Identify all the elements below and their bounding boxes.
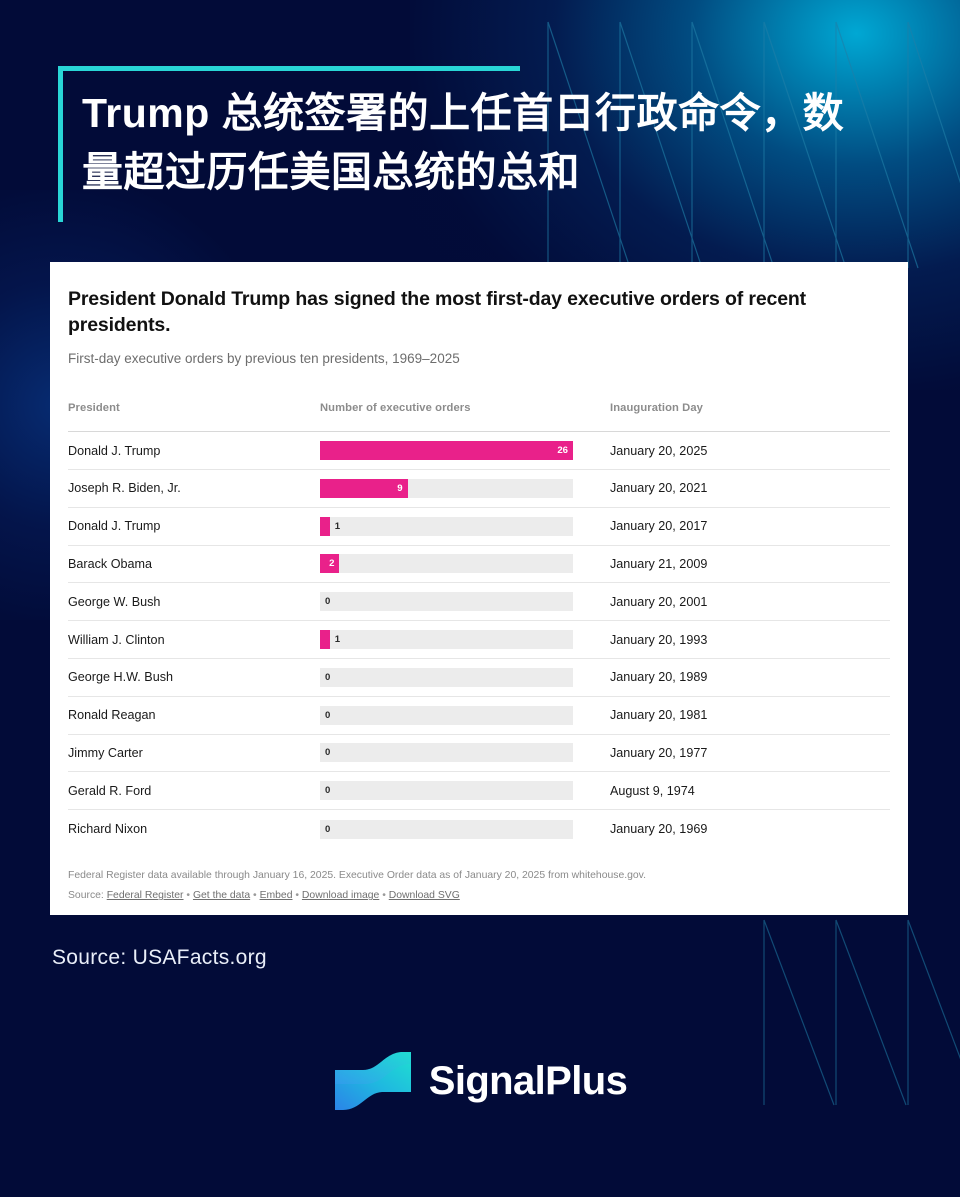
link-separator: • xyxy=(183,890,193,902)
bar-value-label: 0 xyxy=(325,709,331,721)
bar-value-label: 2 xyxy=(329,558,335,570)
bar-value-label: 1 xyxy=(334,634,341,646)
cell-president: Jimmy Carter xyxy=(68,745,143,760)
cell-inauguration-day: January 20, 1993 xyxy=(610,632,708,647)
cell-president: Gerald R. Ford xyxy=(68,783,152,798)
cell-orders-bar: 0 xyxy=(320,819,610,839)
chart-card: President Donald Trump has signed the mo… xyxy=(50,262,908,915)
table-body: Donald J. Trump 26 January 20, 2025 Joseph … xyxy=(68,432,890,848)
cell-inauguration-day: January 21, 2009 xyxy=(610,556,708,571)
source-attribution: Source: USAFacts.org xyxy=(52,946,267,969)
source-link[interactable]: Embed xyxy=(260,890,293,901)
cell-inauguration-day: January 20, 1977 xyxy=(610,745,708,760)
bar-track: 9 xyxy=(320,478,573,498)
link-separator: • xyxy=(379,890,389,902)
cell-inauguration-day: January 20, 1969 xyxy=(610,822,708,836)
cell-president: Barack Obama xyxy=(68,556,152,571)
cell-orders-bar: 0 xyxy=(320,781,610,801)
table-row: Joseph R. Biden, Jr. 9 January 20, 2021 xyxy=(68,470,890,508)
cell-inauguration-day: August 9, 1974 xyxy=(610,783,695,798)
cell-inauguration-day: January 20, 2017 xyxy=(610,519,708,534)
cell-president: George H.W. Bush xyxy=(68,670,173,685)
bar-track: 1 xyxy=(320,516,573,536)
cell-inauguration-day: January 20, 2021 xyxy=(610,481,708,496)
table-row: George H.W. Bush 0 January 20, 1989 xyxy=(68,659,890,697)
column-header-inauguration: Inauguration Day xyxy=(610,402,703,415)
cell-inauguration-day: January 20, 1981 xyxy=(610,708,708,723)
bar-fill xyxy=(320,516,330,536)
chart-footnotes: Federal Register data available through … xyxy=(68,866,890,907)
bar-track: 0 xyxy=(320,743,573,763)
cell-president: Donald J. Trump xyxy=(68,519,161,534)
cell-president: William J. Clinton xyxy=(68,632,165,647)
cell-inauguration-day: January 20, 1989 xyxy=(610,670,708,685)
chart-title: President Donald Trump has signed the mo… xyxy=(68,288,807,337)
brand-logo: SignalPlus xyxy=(0,1048,960,1114)
table-row: Ronald Reagan 0 January 20, 1981 xyxy=(68,697,890,735)
bar-value-label: 0 xyxy=(325,596,331,608)
bar-value-label: 0 xyxy=(325,747,331,759)
source-link[interactable]: Federal Register xyxy=(107,890,184,901)
column-header-orders: Number of executive orders xyxy=(320,402,471,415)
bar-track: 0 xyxy=(320,819,573,839)
cell-orders-bar: 1 xyxy=(320,630,610,650)
cell-orders-bar: 2 xyxy=(320,554,610,574)
table-row: Donald J. Trump 26 January 20, 2025 xyxy=(68,432,890,470)
source-link[interactable]: Download image xyxy=(302,890,379,901)
cell-orders-bar: 0 xyxy=(320,705,610,725)
executive-orders-table: President Number of executive orders Ina… xyxy=(68,402,890,848)
table-row: George W. Bush 0 January 20, 2001 xyxy=(68,583,890,622)
table-row: Richard Nixon 0 January 20, 1969 xyxy=(68,810,890,848)
bar-track: 0 xyxy=(320,705,573,725)
bar-track: 0 xyxy=(320,592,573,612)
table-row: Gerald R. Ford 0 August 9, 1974 xyxy=(68,772,890,811)
bar-value-label: 26 xyxy=(557,445,568,457)
bar-track: 1 xyxy=(320,630,573,650)
table-row: Jimmy Carter 0 January 20, 1977 xyxy=(68,735,890,773)
bar-fill xyxy=(320,441,573,461)
cell-orders-bar: 1 xyxy=(320,516,610,536)
chart-subtitle: First-day executive orders by previous t… xyxy=(68,351,460,367)
cell-president: Joseph R. Biden, Jr. xyxy=(68,481,181,496)
signalplus-wave-icon xyxy=(334,1052,411,1110)
bar-value-label: 9 xyxy=(397,482,403,494)
cell-orders-bar: 9 xyxy=(320,478,610,498)
table-row: Donald J. Trump 1 January 20, 2017 xyxy=(68,508,890,546)
link-separator: • xyxy=(292,890,302,902)
bar-track: 0 xyxy=(320,667,573,687)
cell-president: Ronald Reagan xyxy=(68,708,156,723)
bar-fill xyxy=(320,478,408,498)
source-link[interactable]: Get the data xyxy=(193,890,250,901)
bar-track: 0 xyxy=(320,781,573,801)
table-row: Barack Obama 2 January 21, 2009 xyxy=(68,546,890,584)
source-link[interactable]: Download SVG xyxy=(389,890,460,901)
cell-orders-bar: 0 xyxy=(320,592,610,612)
bar-value-label: 0 xyxy=(325,671,331,683)
link-separator: • xyxy=(250,890,260,902)
headline-block: Trump 总统签署的上任首日行政命令，数量超过历任美国总统的总和 xyxy=(50,66,850,222)
cell-president: George W. Bush xyxy=(68,594,161,609)
source-links-line: Source: Federal Register • Get the data … xyxy=(68,886,890,906)
data-disclaimer: Federal Register data available through … xyxy=(68,869,646,881)
column-header-president: President xyxy=(68,402,120,415)
bar-track: 26 xyxy=(320,441,573,461)
bar-value-label: 1 xyxy=(334,520,341,532)
bar-fill xyxy=(320,630,330,650)
page-title: Trump 总统签署的上任首日行政命令，数量超过历任美国总统的总和 xyxy=(82,90,845,196)
brand-name: SignalPlus xyxy=(428,1058,628,1103)
table-header-row: President Number of executive orders Ina… xyxy=(68,402,890,433)
cell-orders-bar: 0 xyxy=(320,667,610,687)
cell-president: Donald J. Trump xyxy=(68,443,161,458)
cell-orders-bar: 0 xyxy=(320,743,610,763)
bar-track: 2 xyxy=(320,554,573,574)
cell-president: Richard Nixon xyxy=(68,822,148,836)
cell-inauguration-day: January 20, 2025 xyxy=(610,443,708,458)
cell-inauguration-day: January 20, 2001 xyxy=(610,594,708,609)
bar-value-label: 0 xyxy=(325,823,331,835)
table-row: William J. Clinton 1 January 20, 1993 xyxy=(68,621,890,659)
source-label: Source: xyxy=(68,890,104,902)
bar-value-label: 0 xyxy=(325,785,331,797)
cell-orders-bar: 26 xyxy=(320,441,610,461)
